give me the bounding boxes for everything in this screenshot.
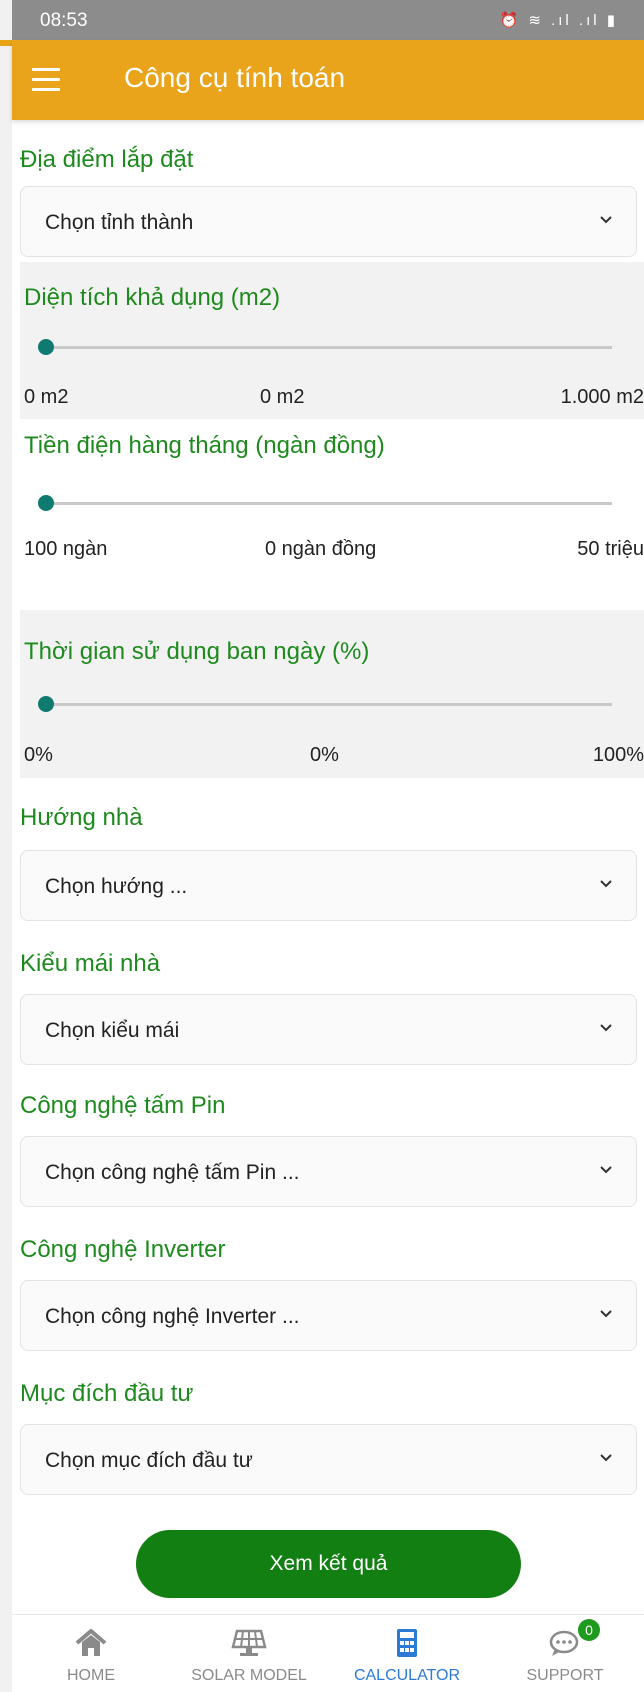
support-badge: 0 [578,1619,600,1641]
area-slider-current: 0 m2 [260,386,305,408]
area-slider-min: 0 m2 [24,386,69,408]
daytime-slider-track[interactable] [44,703,612,706]
bill-slider-block: Tiền điện hàng tháng (ngàn đồng) 100 ngà… [20,424,644,564]
area-slider-block: Diện tích khả dụng (m2) 0 m2 0 m2 1.000 … [20,262,644,419]
investment-purpose-select[interactable]: Chọn mục đích đầu tư [20,1424,637,1495]
chevron-down-icon [600,1454,612,1462]
chevron-down-icon [600,216,612,224]
view-results-button[interactable]: Xem kết quả [136,1530,521,1598]
inverter-tech-select-value: Chọn công nghệ Inverter ... [45,1305,300,1328]
panel-tech-select[interactable]: Chọn công nghệ tấm Pin ... [20,1136,637,1207]
nav-solar-model-label: SOLAR MODEL [191,1667,307,1684]
location-label: Địa điểm lắp đặt [20,146,194,173]
daytime-slider-max: 100% [592,744,644,766]
location-select-value: Chọn tỉnh thành [45,211,194,234]
panel-tech-label: Công nghệ tấm Pin [20,1092,226,1119]
chevron-down-icon [600,1024,612,1032]
area-slider-max: 1.000 m2 [560,386,644,408]
bill-slider-track[interactable] [44,502,612,505]
chevron-down-icon [600,1310,612,1318]
panel-tech-select-value: Chọn công nghệ tấm Pin ... [45,1161,300,1184]
roof-type-select-value: Chọn kiểu mái [45,1019,180,1042]
nav-calculator-label: CALCULATOR [353,1667,461,1684]
status-icons: ⏰ ≋ .ıl .ıl ▮ [499,12,618,29]
daytime-slider-block: Thời gian sử dụng ban ngày (%) 0% 0% 100… [20,610,644,778]
left-edge-accent [0,40,12,46]
investment-purpose-label: Mục đích đầu tư [20,1380,194,1407]
area-slider-label: Diện tích khả dụng (m2) [24,284,281,311]
house-direction-select-value: Chọn hướng ... [45,875,188,898]
bill-slider-min: 100 ngàn [24,538,108,560]
screen: 08:53 ⏰ ≋ .ıl .ıl ▮ Công cụ tính toán Đị… [0,0,644,1692]
bill-slider-max: 50 triệu [577,538,644,560]
bill-slider-current: 0 ngàn đồng [265,538,377,560]
status-time: 08:53 [40,10,88,31]
house-direction-label: Hướng nhà [20,804,143,831]
app-bar: Công cụ tính toán [12,40,644,120]
page-title: Công cụ tính toán [124,62,346,93]
investment-purpose-select-value: Chọn mục đích đầu tư [45,1449,253,1472]
house-direction-select[interactable]: Chọn hướng ... [20,850,637,921]
area-slider-track[interactable] [44,346,612,349]
nav-support-label: SUPPORT [526,1667,604,1684]
solar-panel-icon [231,1629,267,1656]
roof-type-select[interactable]: Chọn kiểu mái [20,994,637,1065]
inverter-tech-select[interactable]: Chọn công nghệ Inverter ... [20,1280,637,1351]
calculator-icon [397,1629,417,1657]
nav-support[interactable]: 0 SUPPORT [486,1615,644,1692]
daytime-slider-label: Thời gian sử dụng ban ngày (%) [24,638,370,665]
inverter-tech-label: Công nghệ Inverter [20,1236,226,1263]
daytime-slider-current: 0% [310,744,339,766]
bill-slider-label: Tiền điện hàng tháng (ngàn đồng) [24,432,385,459]
daytime-slider-thumb[interactable] [38,696,54,712]
chevron-down-icon [600,880,612,888]
bill-slider-thumb[interactable] [38,495,54,511]
nav-solar-model[interactable]: SOLAR MODEL [170,1615,328,1692]
bottom-nav: HOME SOLAR MODEL CALCULATOR 0 SUPPORT [12,1614,644,1692]
status-bar: 08:53 ⏰ ≋ .ıl .ıl ▮ [12,0,644,40]
chevron-down-icon [600,1166,612,1174]
location-select[interactable]: Chọn tỉnh thành [20,186,637,257]
nav-calculator[interactable]: CALCULATOR [328,1615,486,1692]
roof-type-label: Kiểu mái nhà [20,950,161,977]
left-edge-rail [0,0,12,1692]
nav-home[interactable]: HOME [12,1615,170,1692]
menu-icon[interactable] [32,68,60,92]
home-icon [75,1629,107,1656]
nav-home-label: HOME [67,1667,115,1684]
daytime-slider-min: 0% [24,744,53,766]
area-slider-thumb[interactable] [38,339,54,355]
